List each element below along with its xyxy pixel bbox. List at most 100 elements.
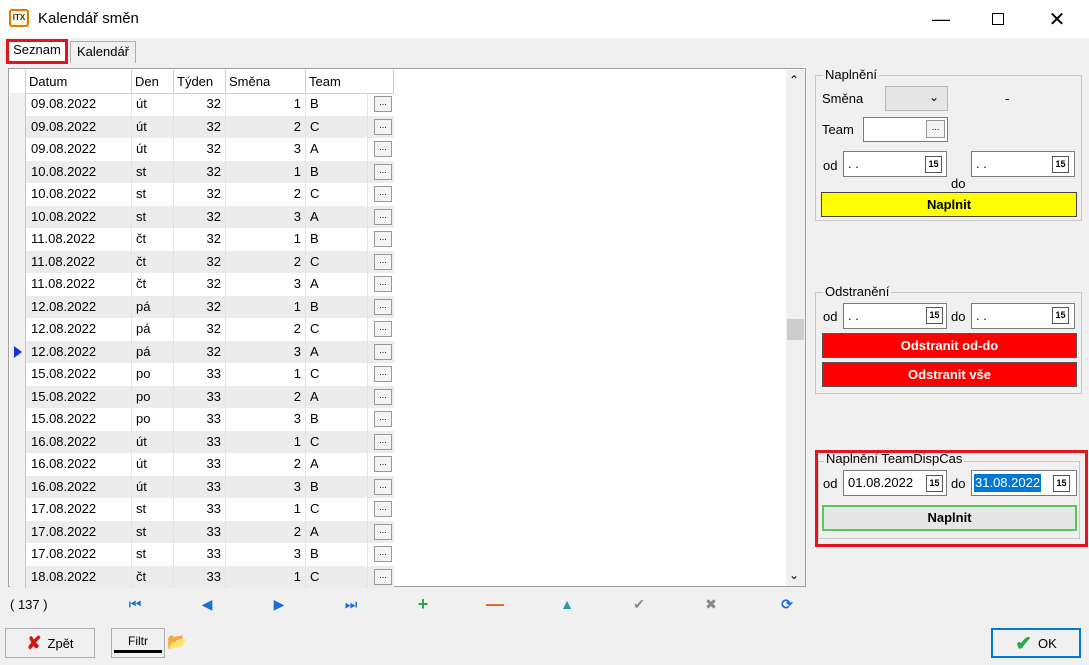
calendar-icon[interactable]: 15	[1052, 156, 1069, 173]
cell-den[interactable]: čt	[132, 273, 174, 296]
row-selector[interactable]	[10, 205, 26, 228]
table-row[interactable]: 16.08.2022 út 33 3 B...	[10, 475, 394, 498]
table-row[interactable]: 10.08.2022 st 32 3 A...	[10, 205, 394, 228]
row-team-picker-button[interactable]: ...	[374, 388, 392, 405]
calendar-icon[interactable]: 15	[926, 307, 943, 324]
row-selector[interactable]	[10, 250, 26, 273]
row-selector[interactable]	[10, 520, 26, 543]
cell-smena[interactable]: 1	[226, 228, 306, 251]
row-team-picker-button[interactable]: ...	[374, 523, 392, 540]
cell-tyden[interactable]: 33	[174, 498, 226, 521]
row-selector[interactable]	[10, 498, 26, 521]
cell-team[interactable]: C	[306, 183, 368, 206]
table-row[interactable]: 16.08.2022 út 33 1 C...	[10, 430, 394, 453]
cell-smena[interactable]: 2	[226, 115, 306, 138]
cell-smena[interactable]: 3	[226, 273, 306, 296]
cell-datum[interactable]: 17.08.2022	[26, 498, 132, 521]
cell-smena[interactable]: 3	[226, 408, 306, 431]
table-row[interactable]: 15.08.2022 po 33 1 C...	[10, 363, 394, 386]
cell-tyden[interactable]: 32	[174, 340, 226, 363]
table-row[interactable]: 18.08.2022 čt 33 1 C...	[10, 565, 394, 588]
row-team-picker-button[interactable]: ...	[374, 208, 392, 225]
cell-den[interactable]: út	[132, 430, 174, 453]
cell-tyden[interactable]: 32	[174, 228, 226, 251]
team-picker-button[interactable]: ...	[926, 120, 945, 138]
column-header-tyden[interactable]: Týden	[174, 70, 226, 94]
cell-team[interactable]: C	[306, 250, 368, 273]
table-row[interactable]: 17.08.2022 st 33 3 B...	[10, 543, 394, 566]
row-selector[interactable]	[10, 115, 26, 138]
column-header-den[interactable]: Den	[132, 70, 174, 94]
cell-smena[interactable]: 3	[226, 543, 306, 566]
table-row[interactable]: 09.08.2022 út 32 2 C...	[10, 115, 394, 138]
row-selector[interactable]	[10, 228, 26, 251]
post-record-icon[interactable]: ✔	[628, 594, 650, 614]
smena-select[interactable]: ⌄	[885, 86, 948, 111]
row-team-picker-button[interactable]: ...	[374, 321, 392, 337]
cell-tyden[interactable]: 33	[174, 408, 226, 431]
cell-tyden[interactable]: 32	[174, 295, 226, 318]
row-selector[interactable]	[10, 318, 26, 341]
cell-datum[interactable]: 15.08.2022	[26, 385, 132, 408]
cell-den[interactable]: po	[132, 385, 174, 408]
row-team-picker-button[interactable]: ...	[374, 276, 392, 292]
odstranit-vse-button[interactable]: Odstranit vše	[822, 362, 1077, 387]
column-header-team[interactable]: Team	[306, 70, 394, 94]
row-team-picker-button[interactable]: ...	[374, 253, 392, 270]
cell-datum[interactable]: 09.08.2022	[26, 93, 132, 116]
cell-datum[interactable]: 15.08.2022	[26, 363, 132, 386]
row-team-picker-button[interactable]: ...	[374, 96, 392, 112]
cell-smena[interactable]: 2	[226, 318, 306, 341]
cell-smena[interactable]: 3	[226, 340, 306, 363]
cell-team[interactable]: C	[306, 363, 368, 386]
cell-den[interactable]: út	[132, 475, 174, 498]
cell-tyden[interactable]: 33	[174, 565, 226, 588]
cell-tyden[interactable]: 33	[174, 453, 226, 476]
cell-team[interactable]: B	[306, 93, 368, 116]
cell-tyden[interactable]: 32	[174, 160, 226, 183]
cell-smena[interactable]: 2	[226, 385, 306, 408]
row-team-picker-button[interactable]: ...	[374, 546, 392, 562]
cell-tyden[interactable]: 33	[174, 543, 226, 566]
table-row[interactable]: 16.08.2022 út 33 2 A...	[10, 453, 394, 476]
table-row[interactable]: 17.08.2022 st 33 2 A...	[10, 520, 394, 543]
cell-den[interactable]: st	[132, 160, 174, 183]
cell-den[interactable]: pá	[132, 318, 174, 341]
row-team-picker-button[interactable]: ...	[374, 366, 392, 382]
cell-datum[interactable]: 10.08.2022	[26, 205, 132, 228]
scroll-up-icon[interactable]: ⌃	[789, 73, 799, 87]
cell-tyden[interactable]: 33	[174, 430, 226, 453]
cell-smena[interactable]: 2	[226, 250, 306, 273]
row-selector[interactable]	[10, 160, 26, 183]
cell-den[interactable]: po	[132, 408, 174, 431]
table-row[interactable]: 10.08.2022 st 32 2 C...	[10, 183, 394, 206]
naplnit-button[interactable]: Naplnit	[821, 192, 1077, 217]
cell-team[interactable]: C	[306, 430, 368, 453]
cell-datum[interactable]: 17.08.2022	[26, 520, 132, 543]
cell-team[interactable]: B	[306, 228, 368, 251]
cell-den[interactable]: st	[132, 543, 174, 566]
refresh-icon[interactable]: ⟳	[776, 594, 798, 614]
row-team-picker-button[interactable]: ...	[374, 141, 392, 157]
cell-datum[interactable]: 10.08.2022	[26, 183, 132, 206]
cell-den[interactable]: st	[132, 520, 174, 543]
cell-datum[interactable]: 12.08.2022	[26, 340, 132, 363]
column-header-smena[interactable]: Směna	[226, 70, 306, 94]
cell-datum[interactable]: 11.08.2022	[26, 273, 132, 296]
row-selector[interactable]	[10, 475, 26, 498]
cell-smena[interactable]: 1	[226, 498, 306, 521]
cell-den[interactable]: út	[132, 453, 174, 476]
cell-smena[interactable]: 1	[226, 160, 306, 183]
row-selector[interactable]	[10, 565, 26, 588]
calendar-icon[interactable]: 15	[926, 475, 943, 492]
cell-smena[interactable]: 1	[226, 430, 306, 453]
table-row[interactable]: 15.08.2022 po 33 2 A...	[10, 385, 394, 408]
table-row[interactable]: 09.08.2022 út 32 3 A...	[10, 138, 394, 161]
row-selector[interactable]	[10, 295, 26, 318]
row-team-picker-button[interactable]: ...	[374, 433, 392, 450]
cell-team[interactable]: A	[306, 520, 368, 543]
cell-smena[interactable]: 2	[226, 520, 306, 543]
maximize-icon[interactable]	[975, 0, 1021, 38]
table-row[interactable]: 11.08.2022 čt 32 3 A...	[10, 273, 394, 296]
open-folder-icon[interactable]: 📂	[167, 632, 187, 651]
